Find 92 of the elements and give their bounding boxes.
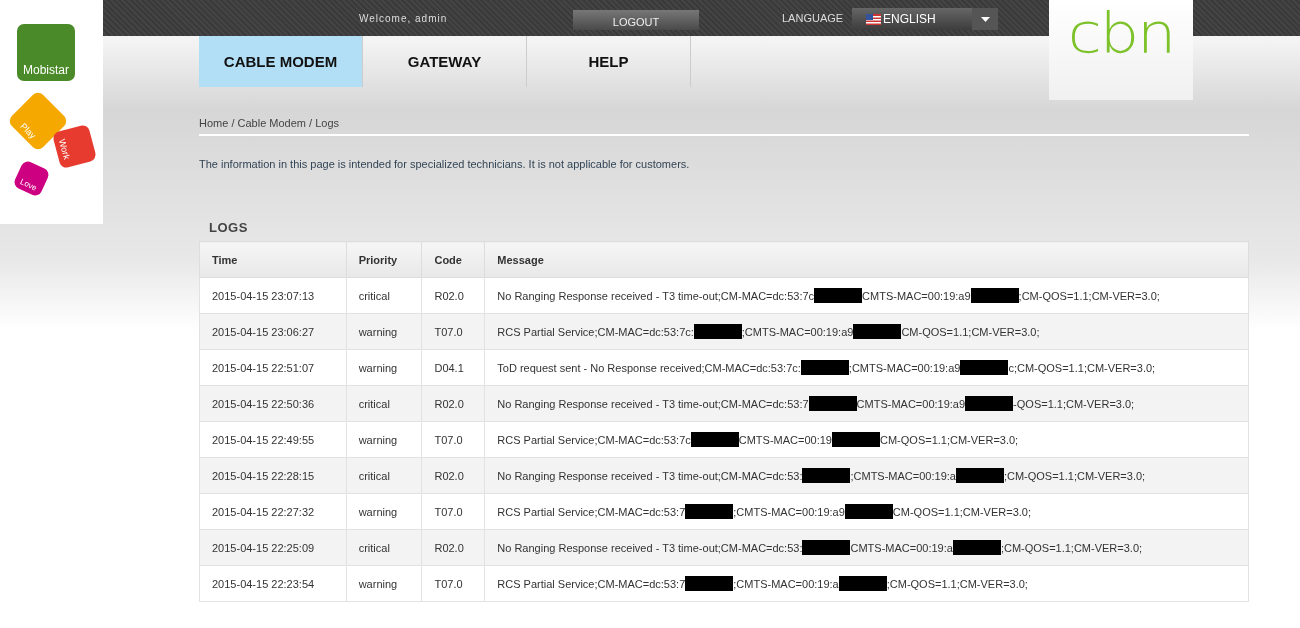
message-text: c;CM-QOS=1.1;CM-VER=3.0; [1008, 361, 1156, 374]
redaction-bar [685, 576, 734, 591]
message-text: ToD request sent - No Response received;CM-MAC=dc:53:7c: [497, 361, 801, 374]
column-header: Priority [346, 241, 422, 278]
redaction-bar [960, 360, 1009, 375]
message-text: ;CMTS-MAC=00:19:a9 [848, 361, 961, 374]
mobistar-logo: Mobistar [17, 24, 75, 81]
message-text: RCS Partial Service;CM-MAC=dc:53:7 [497, 505, 686, 518]
priority-cell: warning [346, 493, 422, 530]
breadcrumb: Home / Cable Modem / Logs [199, 117, 1249, 136]
message-text: RCS Partial Service;CM-MAC=dc:53:7c [497, 433, 691, 446]
redaction-bar [814, 288, 863, 303]
priority-cell: warning [346, 349, 422, 386]
message-text: CM-QOS=1.1;CM-VER=3.0; [901, 325, 1040, 338]
message-text: -QOS=1.1;CM-VER=3.0; [1013, 397, 1135, 410]
code-cell: T07.0 [421, 493, 485, 530]
priority-cell: warning [346, 565, 422, 602]
column-header: Code [421, 241, 485, 278]
priority-cell: critical [346, 529, 422, 566]
redaction-bar [808, 396, 857, 411]
code-cell: T07.0 [421, 421, 485, 458]
redaction-bar [838, 576, 887, 591]
brand-tile: Love [12, 159, 51, 198]
time-cell: 2015-04-15 22:49:55 [199, 421, 347, 458]
time-cell: 2015-04-15 23:06:27 [199, 313, 347, 350]
priority-cell: warning [346, 421, 422, 458]
message-text: CMTS-MAC=00:19:a [850, 541, 953, 554]
message-text: No Ranging Response received - T3 time-out;CM-MAC=dc:53:7 [497, 397, 809, 410]
message-text: RCS Partial Service;CM-MAC=dc:53:7c: [497, 325, 694, 338]
message-text: ;CMTS-MAC=00:19:a9 [741, 325, 854, 338]
code-cell: R02.0 [421, 385, 485, 422]
redaction-bar [802, 540, 851, 555]
code-cell: T07.0 [421, 565, 485, 602]
nav-tab[interactable]: GATEWAY [363, 36, 527, 87]
brand-tile: Work [51, 123, 98, 170]
nav-tab[interactable]: HELP [527, 36, 691, 87]
redaction-bar [952, 540, 1001, 555]
message-text: CM-QOS=1.1;CM-VER=3.0; [892, 505, 1031, 518]
message-text: ;CMTS-MAC=00:19:a [733, 577, 839, 590]
message-text: ;CM-QOS=1.1;CM-VER=3.0; [1000, 541, 1143, 554]
priority-cell: critical [346, 457, 422, 494]
time-cell: 2015-04-15 22:28:15 [199, 457, 347, 494]
message-text: ;CM-QOS=1.1;CM-VER=3.0; [1003, 469, 1146, 482]
language-dropdown[interactable]: ENGLISH [852, 8, 998, 30]
cbn-logo: cbn [1067, 5, 1175, 68]
message-text: ;CM-QOS=1.1;CM-VER=3.0; [1018, 289, 1160, 302]
message-text: No Ranging Response received - T3 time-out;CM-MAC=dc:53:7c [497, 289, 815, 302]
redaction-bar [844, 504, 893, 519]
redaction-bar [685, 504, 734, 519]
code-cell: T07.0 [421, 313, 485, 350]
redaction-bar [965, 396, 1014, 411]
message-text: RCS Partial Service;CM-MAC=dc:53:7 [497, 577, 686, 590]
welcome-text: Welcome, admin [359, 12, 449, 24]
message-text: ;CMTS-MAC=00:19:a [850, 469, 956, 482]
code-cell: D04.1 [421, 349, 485, 386]
message-text: CMTS-MAC=00:19:a9 [856, 397, 966, 410]
logout-button[interactable]: LOGOUT [573, 10, 699, 30]
code-cell: R02.0 [421, 529, 485, 566]
nav-tab[interactable]: CABLE MODEM [199, 36, 363, 87]
time-cell: 2015-04-15 22:25:09 [199, 529, 347, 566]
us-flag-icon [866, 13, 881, 25]
language-label: LANGUAGE [782, 12, 845, 24]
code-cell: R02.0 [421, 457, 485, 494]
message-text: No Ranging Response received - T3 time-out;CM-MAC=dc:53: [497, 469, 803, 482]
redaction-bar [853, 324, 902, 339]
priority-cell: critical [346, 277, 422, 314]
redaction-bar [970, 288, 1019, 303]
caret-icon [980, 16, 990, 22]
time-cell: 2015-04-15 22:23:54 [199, 565, 347, 602]
message-text: CM-QOS=1.1;CM-VER=3.0; [880, 433, 1019, 446]
time-cell: 2015-04-15 22:27:32 [199, 493, 347, 530]
notice-text: The information in this page is intended for specialized technicians. It is not applicable for customers. [199, 158, 691, 170]
time-cell: 2015-04-15 22:50:36 [199, 385, 347, 422]
redaction-bar [832, 432, 880, 447]
code-cell: R02.0 [421, 277, 485, 314]
time-cell: 2015-04-15 23:07:13 [199, 277, 347, 314]
redaction-bar [802, 468, 851, 483]
logs-title: LOGS [208, 220, 249, 235]
redaction-bar [955, 468, 1004, 483]
column-header: Time [199, 241, 347, 278]
time-cell: 2015-04-15 22:51:07 [199, 349, 347, 386]
redaction-bar [690, 432, 739, 447]
message-text: ;CM-QOS=1.1;CM-VER=3.0; [886, 577, 1028, 590]
message-text: No Ranging Response received - T3 time-out;CM-MAC=dc:53: [497, 541, 803, 554]
message-text: CMTS-MAC=00:19 [738, 433, 832, 446]
redaction-bar [693, 324, 742, 339]
redaction-bar [800, 360, 849, 375]
message-text: CMTS-MAC=00:19:a9 [862, 289, 971, 302]
priority-cell: warning [346, 313, 422, 350]
message-text: ;CMTS-MAC=00:19:a9 [733, 505, 845, 518]
column-header: Message [484, 241, 1249, 278]
priority-cell: critical [346, 385, 422, 422]
